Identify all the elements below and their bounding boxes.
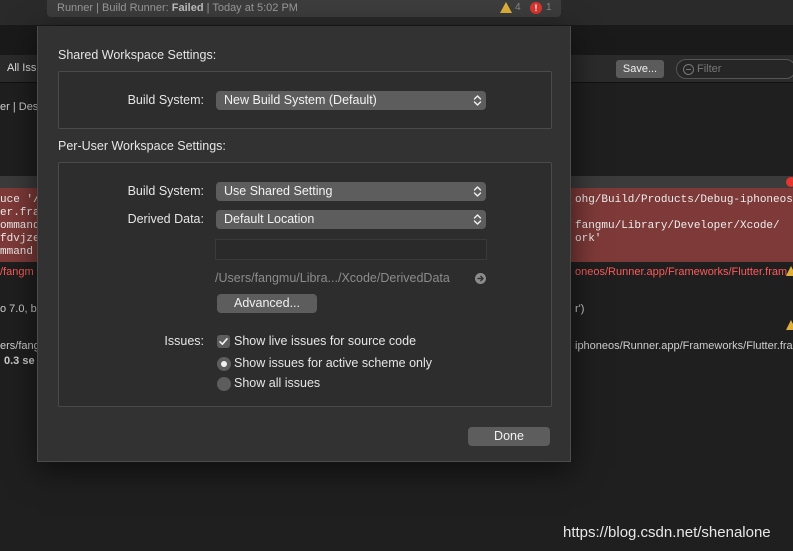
log-line: oneos/Runner.app/Frameworks/Flutter.fram (575, 266, 788, 278)
watermark: https://blog.csdn.net/shenalone (563, 524, 771, 541)
log-line: fangmu/Library/Developer/Xcode/ (575, 220, 780, 232)
status-state: Failed (171, 2, 204, 14)
issues-label: Issues: (164, 334, 204, 348)
workspace-settings-sheet: Shared Workspace Settings: Build System:… (37, 26, 571, 462)
active-scheme-radio[interactable] (217, 357, 231, 371)
log-line: er.fra (0, 207, 40, 219)
shared-build-system-popup[interactable]: New Build System (Default) (216, 91, 486, 110)
log-line: fdvjze (0, 233, 40, 245)
log-line: iphoneos/Runner.app/Frameworks/Flutter.f… (575, 340, 793, 352)
error-dot-icon (786, 177, 793, 187)
updown-chevron-icon (473, 213, 482, 226)
warning-icon (786, 320, 793, 330)
log-line: ohg/Build/Products/Debug-iphoneos (575, 194, 793, 206)
warning-icon[interactable] (500, 2, 512, 13)
done-button[interactable]: Done (468, 427, 550, 446)
status-prefix: Runner | Build Runner: (57, 2, 172, 14)
log-line: ommand (0, 220, 40, 232)
warning-count: 4 (515, 2, 521, 13)
activity-status: Runner | Build Runner: Failed | Today at… (47, 0, 561, 17)
filter-input[interactable]: Filter (676, 59, 793, 79)
warning-icon (786, 266, 793, 276)
radio-selected-dot (221, 361, 227, 367)
advanced-button[interactable]: Advanced... (217, 294, 317, 313)
filter-placeholder: Filter (697, 63, 722, 75)
live-issues-label[interactable]: Show live issues for source code (234, 334, 416, 348)
log-line: 0.3 se (4, 355, 35, 367)
peruser-build-system-popup[interactable]: Use Shared Setting (216, 182, 486, 201)
save-log-button[interactable]: Save... (616, 60, 664, 78)
log-line: ork' (575, 233, 602, 245)
shared-settings-title: Shared Workspace Settings: (58, 48, 217, 62)
log-line: uce '/ (0, 194, 40, 206)
derived-data-popup[interactable]: Default Location (216, 210, 486, 229)
custom-derived-path-field (215, 239, 487, 260)
peruser-settings-title: Per-User Workspace Settings: (58, 139, 226, 153)
peruser-build-system-value: Use Shared Setting (224, 184, 333, 198)
log-line: ers/fang (0, 340, 40, 352)
updown-chevron-icon (473, 185, 482, 198)
error-icon[interactable]: ! (530, 2, 542, 14)
derived-data-label: Derived Data: (127, 212, 204, 226)
window-titlebar: Runner | Build Runner: Failed | Today at… (0, 0, 793, 25)
error-count: 1 (546, 2, 552, 13)
shared-build-system-label: Build System: (127, 93, 204, 107)
updown-chevron-icon (473, 94, 482, 107)
all-issues-label[interactable]: Show all issues (234, 376, 320, 390)
log-line: /fangm (0, 266, 34, 278)
log-line: er | Des (0, 101, 39, 113)
shared-build-system-value: New Build System (Default) (224, 93, 377, 107)
derived-data-path: /Users/fangmu/Libra.../Xcode/DerivedData (215, 271, 450, 285)
scope-all-issues[interactable]: All Iss (7, 62, 36, 74)
log-line: r') (575, 303, 585, 315)
reveal-arrow-icon[interactable] (475, 273, 486, 284)
derived-data-value: Default Location (224, 212, 315, 226)
live-issues-checkbox[interactable] (217, 335, 230, 348)
log-line: o 7.0, b (0, 303, 37, 315)
filter-icon (683, 64, 694, 75)
log-line: mmand (0, 246, 34, 258)
status-suffix: | Today at 5:02 PM (203, 2, 298, 14)
all-issues-radio[interactable] (217, 377, 231, 391)
active-scheme-label[interactable]: Show issues for active scheme only (234, 356, 432, 370)
peruser-build-system-label: Build System: (127, 184, 204, 198)
